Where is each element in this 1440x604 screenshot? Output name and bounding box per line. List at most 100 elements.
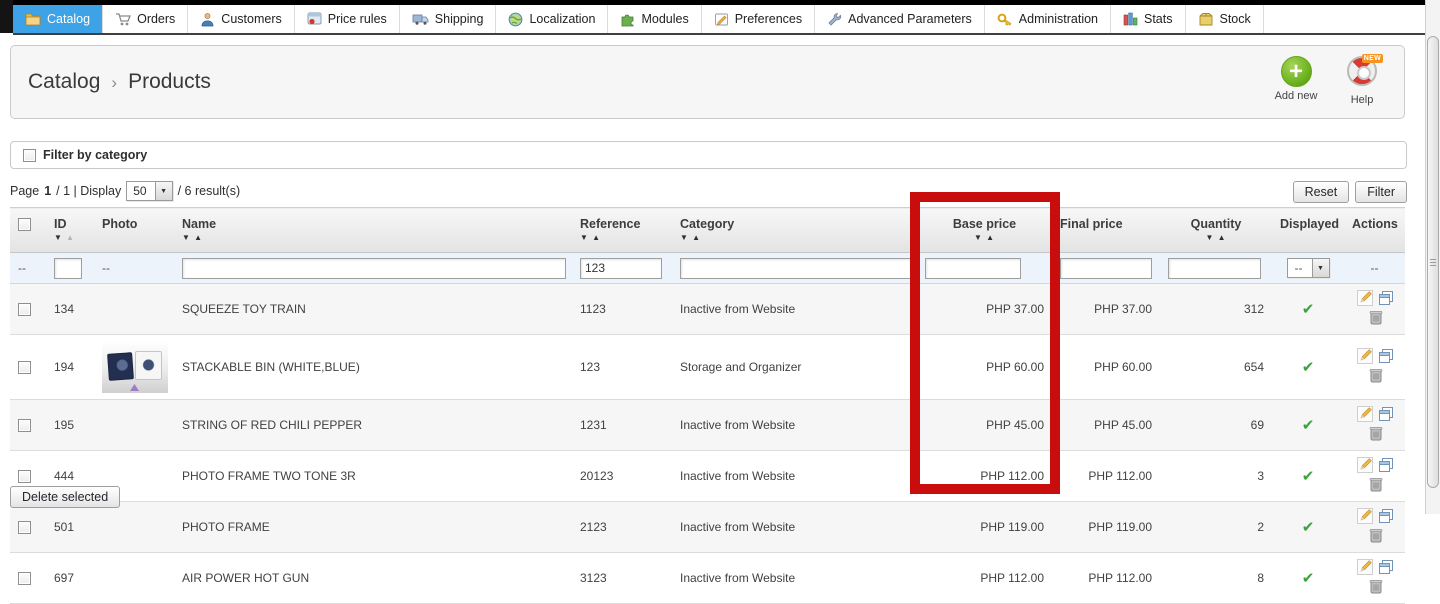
cell-final-price: PHP 37.00 [1052, 283, 1160, 335]
delete-icon[interactable] [1369, 476, 1383, 495]
row-checkbox[interactable] [18, 419, 31, 433]
sort-desc-icon: ▼ [973, 233, 983, 242]
page-title: Products [128, 70, 211, 93]
breadcrumb-panel: Catalog › Products + Add new NEW Help [10, 45, 1405, 119]
sort-control[interactable]: ▼ ▲ [1168, 233, 1264, 242]
scrollbar-thumb[interactable] [1427, 36, 1439, 488]
displayed-check-icon: ✔ [1301, 301, 1315, 318]
category-filter-input[interactable] [680, 257, 911, 279]
column-header-base-price: Base price ▼ ▲ [917, 207, 1052, 253]
tab-catalog[interactable]: Catalog [13, 5, 104, 33]
reset-button[interactable]: Reset [1292, 181, 1350, 203]
delete-icon[interactable] [1369, 425, 1383, 444]
edit-icon[interactable] [1356, 406, 1373, 425]
tab-shipping[interactable]: Shipping [400, 5, 497, 33]
tab-stats[interactable]: Stats [1111, 5, 1186, 33]
displayed-filter-value: -- [1294, 261, 1303, 275]
sort-control[interactable]: ▼ ▲ [925, 233, 1044, 242]
row-checkbox[interactable] [18, 470, 31, 484]
cell-base-price: PHP 119.00 [917, 501, 1052, 553]
cell-category: Inactive from Website [672, 450, 917, 502]
column-header-displayed: Displayed [1272, 207, 1344, 253]
tab-orders[interactable]: Orders [103, 5, 189, 33]
delete-selected-button[interactable]: Delete selected [10, 486, 121, 508]
delete-icon[interactable] [1369, 527, 1383, 546]
filter-by-category-checkbox[interactable] [23, 148, 36, 162]
edit-icon[interactable] [1356, 457, 1373, 476]
cell-base-price: PHP 112.00 [917, 450, 1052, 502]
cell-base-price: PHP 112.00 [917, 552, 1052, 604]
chevron-down-icon: ▼ [1311, 259, 1329, 277]
help-button[interactable]: NEW Help [1332, 54, 1392, 106]
delete-icon[interactable] [1369, 578, 1383, 597]
edit-icon[interactable] [1356, 290, 1373, 309]
duplicate-icon[interactable] [1378, 348, 1394, 367]
duplicate-icon[interactable] [1378, 406, 1394, 425]
table-row-0: 134 SQUEEZE TOY TRAIN 1123 Inactive from… [10, 283, 1405, 335]
cell-actions [1344, 399, 1405, 451]
name-filter-input[interactable] [182, 257, 566, 279]
row-checkbox[interactable] [18, 572, 31, 586]
edit-icon[interactable] [1356, 559, 1373, 578]
row-checkbox[interactable] [18, 361, 31, 375]
filter-by-category-label: Filter by category [43, 148, 148, 162]
help-lifebuoy-icon: NEW [1347, 54, 1383, 86]
reference-filter-input[interactable] [580, 257, 662, 279]
delete-icon[interactable] [1369, 309, 1383, 328]
tab-preferences[interactable]: Preferences [702, 5, 816, 33]
duplicate-icon[interactable] [1378, 559, 1394, 578]
current-page: 1 [44, 184, 52, 198]
sort-control[interactable]: ▼ ▲ [54, 233, 86, 242]
page-size-select[interactable]: 50 ▼ [126, 181, 173, 201]
table-header: ID ▼ ▲ Photo Name ▼ ▲ Reference ▼ ▲ Cate… [10, 207, 1405, 284]
quantity-filter-input[interactable] [1168, 257, 1261, 279]
duplicate-icon[interactable] [1378, 290, 1394, 309]
select-all-checkbox[interactable] [18, 218, 31, 232]
sort-control[interactable]: ▼ ▲ [182, 233, 564, 242]
table-row-2: 195 STRING OF RED CHILI PEPPER 1231 Inac… [10, 399, 1405, 451]
column-header-final-price: Final price [1052, 207, 1160, 253]
actions-filter-placeholder: -- [1344, 252, 1405, 284]
cell-actions [1344, 552, 1405, 604]
duplicate-icon[interactable] [1378, 508, 1394, 527]
product-photo[interactable] [102, 341, 168, 393]
photo-accessory [130, 384, 139, 391]
base-price-filter-input[interactable] [925, 257, 1021, 279]
cell-actions [1344, 501, 1405, 553]
filter-button[interactable]: Filter [1355, 181, 1407, 203]
sort-asc-icon: ▲ [194, 233, 204, 242]
sort-desc-icon: ▼ [1205, 233, 1215, 242]
cell-reference: 2123 [572, 501, 672, 553]
final-price-filter-input[interactable] [1060, 257, 1152, 279]
sort-desc-icon: ▼ [580, 233, 589, 242]
breadcrumb-section[interactable]: Catalog [28, 70, 100, 94]
row-checkbox[interactable] [18, 303, 31, 317]
edit-icon[interactable] [1356, 508, 1373, 527]
id-filter-input[interactable] [54, 257, 82, 279]
tab-modules[interactable]: Modules [608, 5, 702, 33]
tab-administration[interactable]: Administration [985, 5, 1111, 33]
cell-reference: 20123 [572, 450, 672, 502]
duplicate-icon[interactable] [1378, 457, 1394, 476]
tab-stock[interactable]: Stock [1186, 5, 1264, 33]
cell-id: 194 [46, 334, 94, 400]
delete-icon[interactable] [1369, 367, 1383, 386]
tab-customers[interactable]: Customers [188, 5, 295, 33]
cell-quantity: 654 [1160, 334, 1272, 400]
page-total: / 1 | Display [56, 184, 122, 198]
row-checkbox[interactable] [18, 521, 31, 535]
tab-advanced-parameters[interactable]: Advanced Parameters [815, 5, 985, 33]
tab-price-rules[interactable]: Price rules [295, 5, 400, 33]
edit-icon[interactable] [1356, 348, 1373, 367]
displayed-filter-select[interactable]: -- ▼ [1286, 258, 1330, 278]
column-header-photo: Photo [94, 207, 174, 253]
cell-id: 501 [46, 501, 94, 553]
table-row-3: 444 PHOTO FRAME TWO TONE 3R 20123 Inacti… [10, 450, 1405, 502]
tab-localization[interactable]: Localization [496, 5, 609, 33]
table-filter-row: -- -- -- ▼ -- [10, 252, 1405, 284]
product-rows: 134 SQUEEZE TOY TRAIN 1123 Inactive from… [10, 283, 1405, 604]
add-new-button[interactable]: + Add new [1266, 56, 1326, 102]
sort-control[interactable]: ▼ ▲ [680, 233, 909, 242]
plus-icon: + [1280, 56, 1312, 87]
sort-control[interactable]: ▼ ▲ [580, 233, 664, 242]
